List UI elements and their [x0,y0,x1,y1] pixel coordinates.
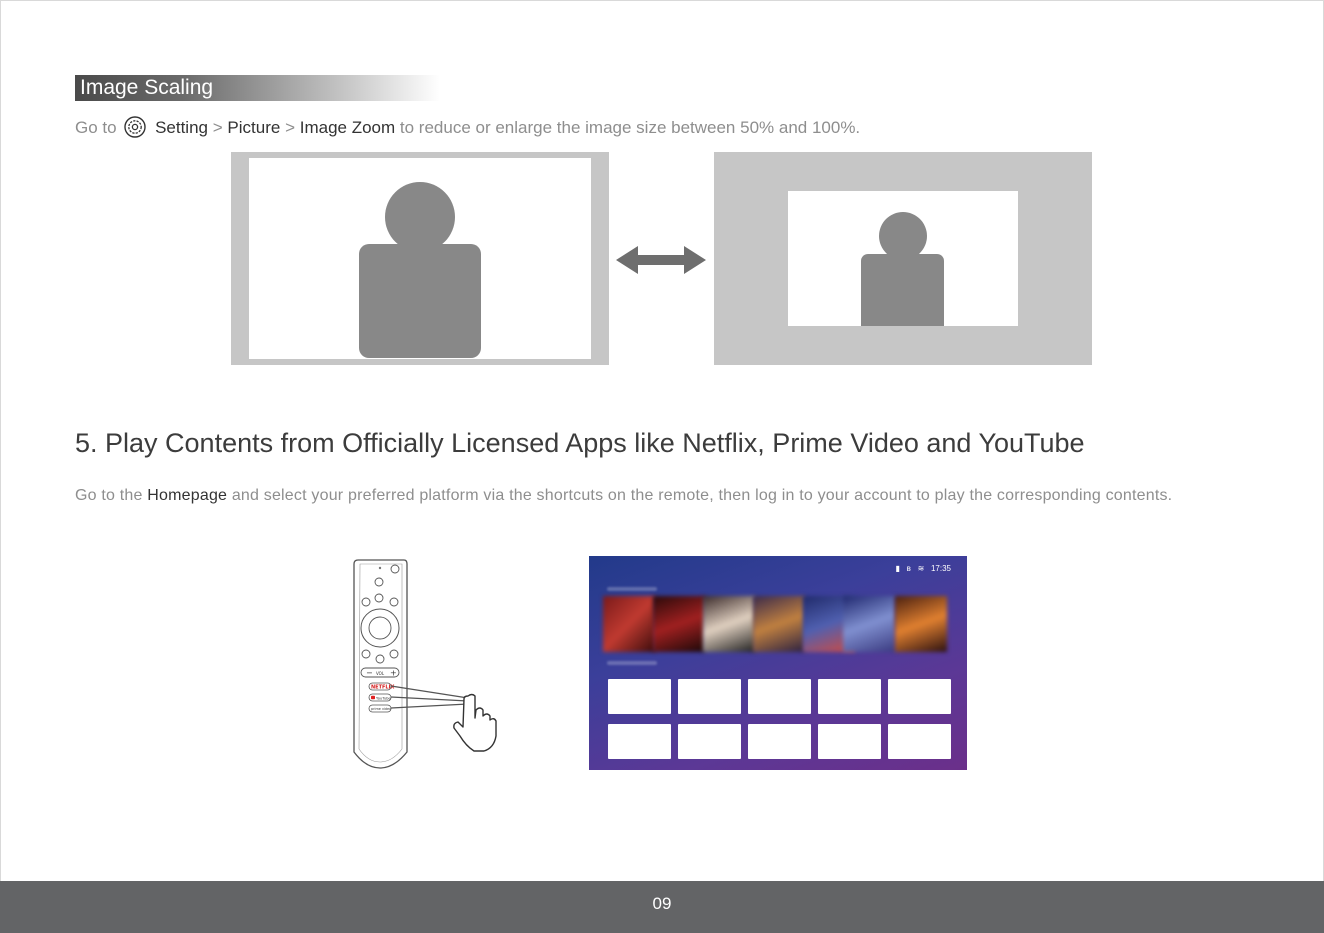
prime-video-button-label: prime video [371,707,391,711]
recommended-row-title [607,587,657,591]
para-text: and select your preferred platform via t… [231,487,1173,504]
picture-label: Picture [227,118,281,137]
netflix-button-label: NETFLIX [371,685,394,691]
app-tile [608,724,671,759]
homepage-label: Homepage [147,487,228,504]
app-tile [818,724,881,759]
app-tile [888,679,951,714]
section-header: Image Scaling [75,75,440,101]
scaled-screen [788,191,1018,326]
battery-icon: ▮ [895,564,900,573]
person-body [359,244,481,358]
clock-text: 17:35 [930,564,951,573]
full-size-screen [249,158,591,359]
app-tile [608,679,671,714]
app-tile [678,679,741,714]
poster [895,596,947,652]
vol-minus-label: − [366,669,373,678]
app-tile [748,679,811,714]
tv-homepage-screen: ▮ ʙ ≋ 17:35 [589,556,967,770]
person-head [385,182,455,252]
double-arrow-icon [616,246,706,274]
poster [753,596,805,652]
person-body [861,254,944,326]
poster [843,596,895,652]
vol-plus-label: + [390,669,397,678]
go-to-text: Go to [75,118,117,137]
setting-label: Setting [155,118,208,137]
youtube-button-label: YouTube [376,697,391,701]
scaled-frame [714,152,1092,365]
vol-label: VOL [376,671,385,676]
separator: > [285,118,295,137]
image-zoom-label: Image Zoom [299,118,396,137]
section-heading: 5. Play Contents from Officially License… [75,428,1085,458]
app-tile [748,724,811,759]
remote-illustration: − VOL + NETFLIX YouTube prime video [353,559,497,769]
status-bar: ▮ ʙ ≋ 17:35 [896,564,951,573]
wifi-icon: ≋ [917,564,925,573]
apps-row-title [607,661,657,665]
app-tile [678,724,741,759]
person-head [879,212,927,260]
hand-pointer-icon [453,693,497,752]
app-tile [818,679,881,714]
homepage-instruction: Go to the Homepage and select your prefe… [75,482,1185,510]
section-title: Image Scaling [80,76,214,99]
poster [653,596,705,652]
image-zoom-instruction: Go to Setting > Picture > Image Zoom to … [75,116,860,140]
settings-gear-icon [124,116,147,138]
poster [603,596,655,652]
para-text: Go to the [75,487,143,504]
footer-bar: 09 [0,881,1324,933]
separator: > [212,118,223,137]
page-number: 09 [652,894,672,913]
app-tile [888,724,951,759]
remote-control: − VOL + NETFLIX YouTube prime video [353,559,408,769]
instruction-rest: to reduce or enlarge the image size betw… [399,118,861,137]
full-size-frame [231,152,609,365]
poster [703,596,755,652]
bluetooth-icon: ʙ [906,564,911,573]
